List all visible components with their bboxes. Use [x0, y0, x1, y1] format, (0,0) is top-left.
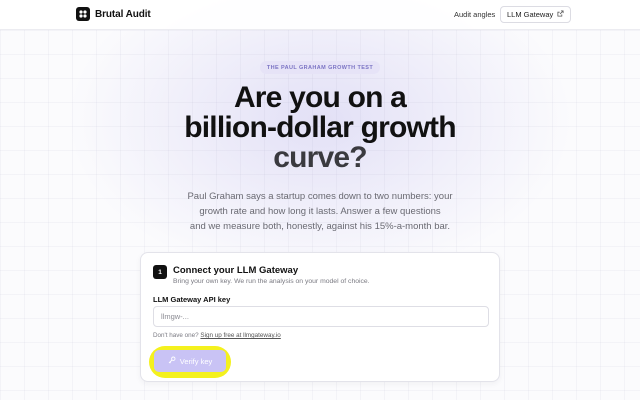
top-bar: Brutal Audit Audit angles LLM Gateway [0, 0, 640, 30]
external-link-icon [557, 10, 564, 19]
api-key-label: LLM Gateway API key [153, 295, 231, 304]
brand-name: Brutal Audit [95, 8, 151, 20]
hero-description-line-3: and we measure both, honestly, against h… [189, 221, 451, 232]
llm-gateway-button[interactable]: LLM Gateway [500, 6, 572, 23]
key-icon [168, 356, 176, 366]
hero-description-line-2: growth rate and how long it lasts. Answe… [199, 206, 441, 217]
nav-link-audit-angles[interactable]: Audit angles [454, 10, 495, 19]
signup-link[interactable]: Sign up free at llmgateway.io [200, 332, 280, 339]
eyebrow-badge: THE PAUL GRAHAM GROWTH TEST [260, 61, 380, 74]
card-description: Bring your own key. We run the analysis … [173, 278, 370, 285]
verify-key-button[interactable]: Verify key [154, 350, 226, 372]
verify-key-label: Verify key [179, 356, 213, 366]
logo-icon [76, 7, 90, 21]
headline-line-2: billion-dollar growth [184, 111, 456, 144]
step-number-badge: 1 [153, 265, 167, 279]
page-title: Are you on a billion-dollar growth curve… [0, 83, 640, 173]
connect-gateway-card: 1 Connect your LLM Gateway Bring your ow… [140, 252, 500, 382]
llm-gateway-label: LLM Gateway [507, 10, 554, 19]
headline-line-3: curve? [273, 141, 367, 174]
api-key-input[interactable] [153, 306, 489, 327]
signup-hint: Don't have one? Sign up free at llmgatew… [153, 332, 281, 339]
brand[interactable]: Brutal Audit [76, 7, 151, 21]
card-title: Connect your LLM Gateway [173, 265, 299, 276]
headline-line-1: Are you on a [233, 81, 407, 114]
hero-description-line-1: Paul Graham says a startup comes down to… [187, 191, 453, 202]
hero-description: Paul Graham says a startup comes down to… [180, 189, 460, 234]
signup-hint-text: Don't have one? [153, 332, 199, 339]
